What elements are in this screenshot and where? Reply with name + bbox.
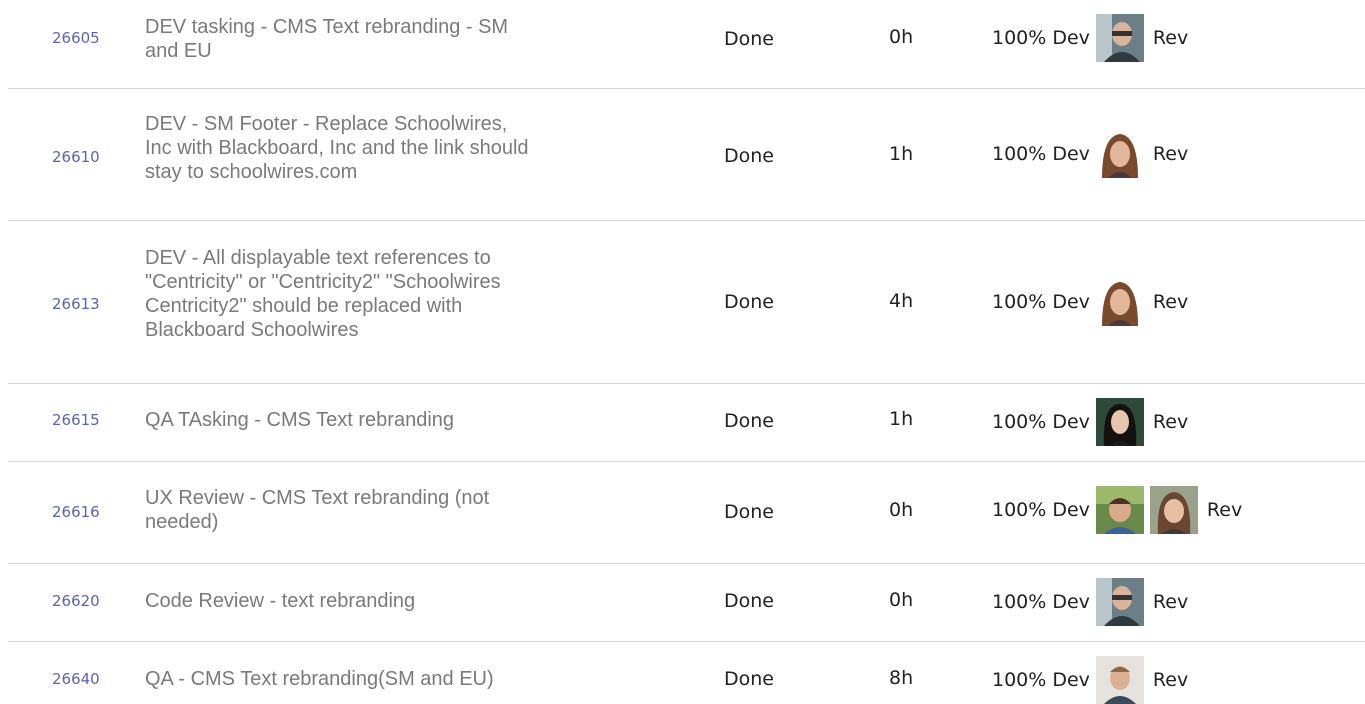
task-id-link[interactable]: 26620: [52, 592, 100, 610]
task-assignees: 100% Dev Rev: [992, 130, 1188, 178]
rev-label: Rev: [1152, 291, 1189, 313]
task-assignees: 100% Dev Rev: [992, 656, 1188, 704]
task-title: DEV - All displayable text references to…: [145, 246, 615, 342]
table-row: 26615 QA TAsking - CMS Text rebranding D…: [8, 384, 1365, 462]
task-status: Done: [724, 668, 774, 690]
task-title-line: stay to schoolwires.com: [145, 161, 358, 183]
dev-label: Dev: [1052, 143, 1090, 165]
avatar-woman-brown-hair[interactable]: [1095, 278, 1144, 326]
avatar-woman-dark-hair[interactable]: [1095, 398, 1144, 446]
dev-label: Dev: [1052, 291, 1090, 313]
table-row: 26616 UX Review - CMS Text rebranding (n…: [8, 462, 1365, 564]
task-hours: 1h: [889, 408, 914, 430]
task-status: Done: [724, 410, 774, 432]
task-title: QA TAsking - CMS Text rebranding: [145, 408, 615, 432]
avatar-man-glasses[interactable]: [1095, 14, 1144, 62]
avatar-woman-smiling[interactable]: [1149, 486, 1198, 534]
table-row: 26620 Code Review - text rebranding Done…: [8, 564, 1365, 642]
task-title-line: DEV - All displayable text references to: [145, 247, 491, 269]
dev-label: Dev: [1052, 27, 1090, 49]
table-row: 26613 DEV - All displayable text referen…: [8, 221, 1365, 384]
task-title-line: Code Review - text rebranding: [145, 590, 416, 612]
task-title-line: QA TAsking - CMS Text rebranding: [145, 409, 455, 431]
table-row: 26605 DEV tasking - CMS Text rebranding …: [8, 0, 1365, 89]
dev-label: Dev: [1052, 499, 1090, 521]
table-row: 26610 DEV - SM Footer - Replace Schoolwi…: [8, 89, 1365, 221]
table-row: 26640 QA - CMS Text rebranding(SM and EU…: [8, 642, 1365, 704]
task-title-line: Centricity2" should be replaced with: [145, 295, 463, 317]
task-title: DEV - SM Footer - Replace Schoolwires, I…: [145, 112, 615, 184]
avatar-woman-brown-hair[interactable]: [1095, 130, 1144, 178]
task-title-line: needed): [145, 511, 219, 533]
task-assignees: 100% Dev Rev: [992, 578, 1188, 626]
task-hours: 8h: [889, 667, 914, 689]
task-percent: 100%: [992, 143, 1047, 165]
task-hours: 4h: [889, 290, 914, 312]
task-assignees: 100% Dev Rev: [992, 278, 1188, 326]
task-status: Done: [724, 291, 774, 313]
task-title-line: Blackboard Schoolwires: [145, 319, 359, 341]
task-percent: 100%: [992, 411, 1047, 433]
task-title-line: QA - CMS Text rebranding(SM and EU): [145, 668, 494, 690]
task-title-line: DEV tasking - CMS Text rebranding - SM: [145, 16, 509, 38]
dev-label: Dev: [1052, 411, 1090, 433]
task-hours: 1h: [889, 143, 914, 165]
task-id-link[interactable]: 26613: [52, 295, 100, 313]
task-status: Done: [724, 28, 774, 50]
task-title: UX Review - CMS Text rebranding (not nee…: [145, 486, 615, 534]
task-title: DEV tasking - CMS Text rebranding - SM a…: [145, 15, 615, 63]
task-title: Code Review - text rebranding: [145, 589, 615, 613]
task-status: Done: [724, 590, 774, 612]
avatar-man-glasses[interactable]: [1095, 578, 1144, 626]
task-title-line: Inc with Blackboard, Inc and the link sh…: [145, 137, 529, 159]
dev-label: Dev: [1052, 591, 1090, 613]
task-hours: 0h: [889, 26, 914, 48]
rev-label: Rev: [1152, 27, 1189, 49]
task-assignees: 100% Dev Rev: [992, 398, 1188, 446]
task-percent: 100%: [992, 499, 1047, 521]
rev-label: Rev: [1206, 499, 1243, 521]
rev-label: Rev: [1152, 591, 1189, 613]
task-hours: 0h: [889, 589, 914, 611]
rev-label: Rev: [1152, 411, 1189, 433]
task-id-link[interactable]: 26616: [52, 503, 100, 521]
task-title-line: UX Review - CMS Text rebranding (not: [145, 487, 490, 509]
task-title-line: DEV - SM Footer - Replace Schoolwires,: [145, 113, 508, 135]
task-title-line: and EU: [145, 40, 212, 62]
rev-label: Rev: [1152, 669, 1189, 691]
task-percent: 100%: [992, 291, 1047, 313]
task-percent: 100%: [992, 669, 1047, 691]
task-id-link[interactable]: 26615: [52, 411, 100, 429]
task-title-line: "Centricity" or "Centricity2" "Schoolwir…: [145, 271, 501, 293]
task-percent: 100%: [992, 591, 1047, 613]
task-id-link[interactable]: 26610: [52, 148, 100, 166]
avatar-man-outdoors[interactable]: [1095, 486, 1144, 534]
task-id-link[interactable]: 26605: [52, 29, 100, 47]
task-status: Done: [724, 145, 774, 167]
avatar-man-short-hair[interactable]: [1095, 656, 1144, 704]
dev-label: Dev: [1052, 669, 1090, 691]
task-assignees: 100% Dev Rev: [992, 14, 1188, 62]
task-title: QA - CMS Text rebranding(SM and EU): [145, 667, 615, 691]
task-table: 26605 DEV tasking - CMS Text rebranding …: [8, 0, 1365, 704]
task-hours: 0h: [889, 499, 914, 521]
rev-label: Rev: [1152, 143, 1189, 165]
task-status: Done: [724, 501, 774, 523]
task-percent: 100%: [992, 27, 1047, 49]
task-assignees: 100% Dev Rev: [992, 486, 1242, 534]
task-id-link[interactable]: 26640: [52, 670, 100, 688]
